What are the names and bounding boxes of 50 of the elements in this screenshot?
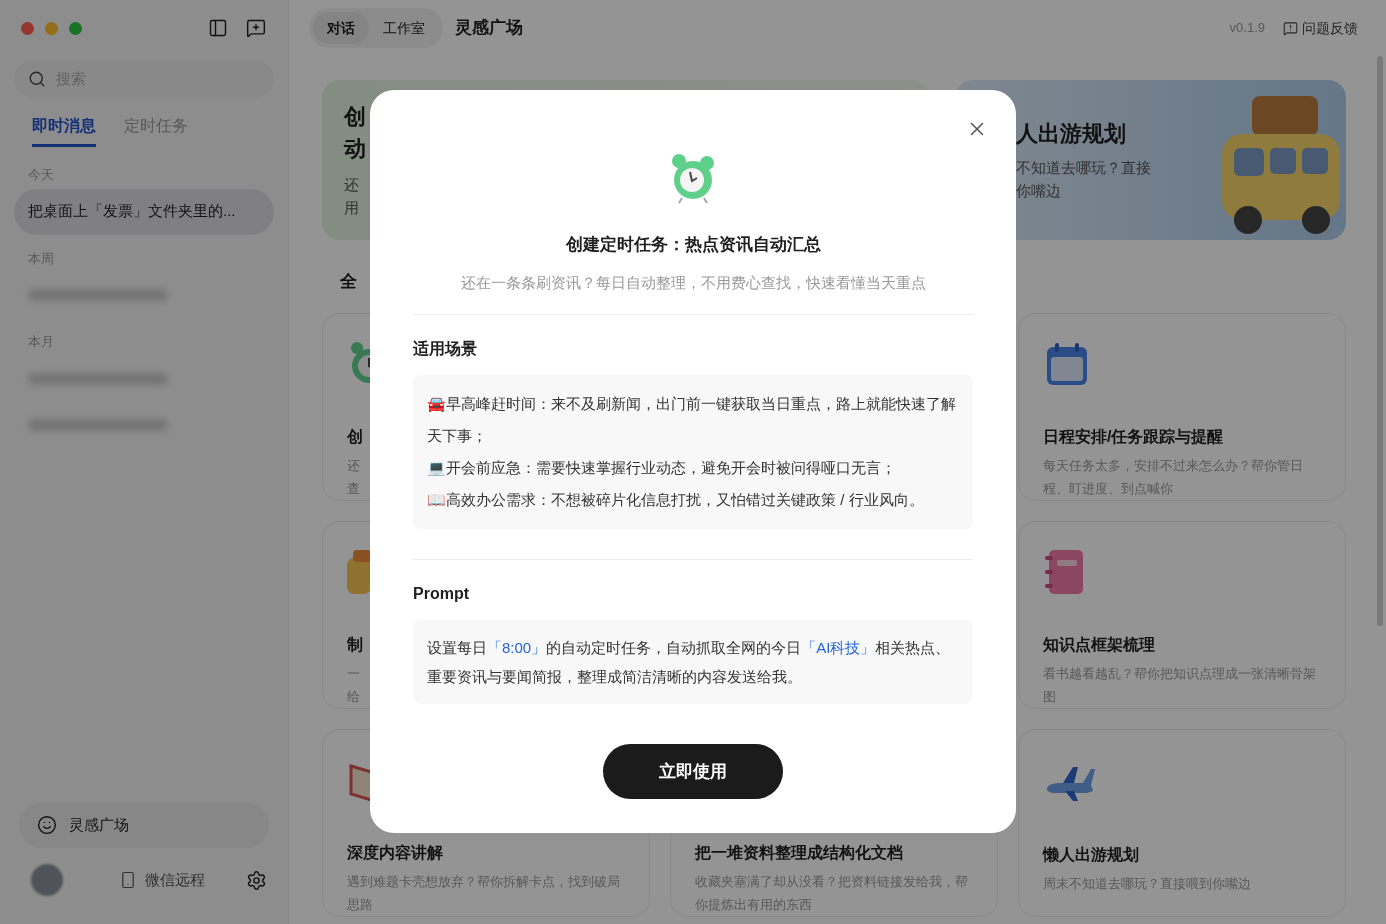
banner-description: 用 [344,198,359,218]
sidebar-tab[interactable]: 即时消息 [32,114,96,147]
card-title: 知识点框架梳理 [1043,635,1155,655]
inspiration-button[interactable]: 灵感广场 [19,802,269,848]
section-heading: 适用场景 [413,339,478,359]
scenario-text: 🚘早高峰赶时间：来不及刷新闻，出门前一键获取当日重点，路上就能快速了解天下事； [427,394,957,446]
chat-item[interactable]: 把桌面上「发票」文件夹里的... [14,188,274,235]
prompt-text: 设置每日「8:00」的自动定时任务，自动抓取全网的今日「AI科技」相关热点、重要资讯与要闻简报，整理成简洁清晰的内容发送给我。 [427,638,952,687]
card-title: 懒人出游规划 [1043,845,1139,865]
top-tab[interactable]: 对话 [313,12,369,44]
close-window-icon[interactable] [21,21,34,35]
top-tab[interactable]: 工作室 [369,12,439,44]
section-title: 全 [340,271,357,293]
page-title: 灵感广场 [455,17,523,40]
dialog-subtitle: 还在一条条刷资讯？每日自动整理，不用费心查找，快速看懂当天重点 [459,272,927,293]
feedback-icon [1283,20,1298,36]
new-chat-icon[interactable] [246,18,266,38]
scrollbar[interactable] [1377,56,1383,626]
card-description: 给 [347,688,360,706]
version-label: v0.1.9 [1229,19,1265,38]
feedback-button[interactable]: 问题反馈 [1283,17,1358,39]
scenario-text: 💻开会前应急：需要快速掌握行业动态，避免开会时被问得哑口无言； [427,458,897,478]
minimize-window-icon[interactable] [45,21,58,35]
section-heading: Prompt [413,584,470,604]
card-title: 制 [347,635,363,655]
alarm-clock-icon [670,152,716,204]
dialog-title: 创建定时任务：热点资讯自动汇总 [564,234,822,256]
avatar[interactable] [31,864,63,896]
banner-title: 人出游规划 [1016,120,1126,148]
smile-icon [37,815,57,835]
use-now-button[interactable]: 立即使用 [603,744,783,799]
banner-description: 你嘴边 [1016,181,1061,201]
maximize-window-icon[interactable] [69,21,82,35]
card-description: 查 [347,480,360,498]
card-description: 还 [347,457,360,475]
banner-title: 动 [344,135,366,163]
phone-icon [119,871,137,889]
remote-button[interactable]: 微信远程 [119,868,205,892]
sidebar-toggle-icon[interactable] [208,18,228,38]
card-title: 日程安排/任务跟踪与提醒 [1043,427,1224,447]
scenario-text: 📖高效办公需求：不想被碎片化信息打扰，又怕错过关键政策 / 行业风向。 [427,490,925,510]
banner-description: 还 [344,175,359,195]
card-title: 深度内容讲解 [347,843,443,863]
search-icon [28,70,46,88]
card-title: 创 [347,427,363,447]
banner-description: 不知道去哪玩？直接 [1016,158,1151,178]
banner-title: 创 [344,103,366,131]
settings-icon[interactable] [246,869,267,891]
bag-icon [347,550,371,594]
card-title: 把一堆资料整理成结构化文档 [695,843,903,863]
